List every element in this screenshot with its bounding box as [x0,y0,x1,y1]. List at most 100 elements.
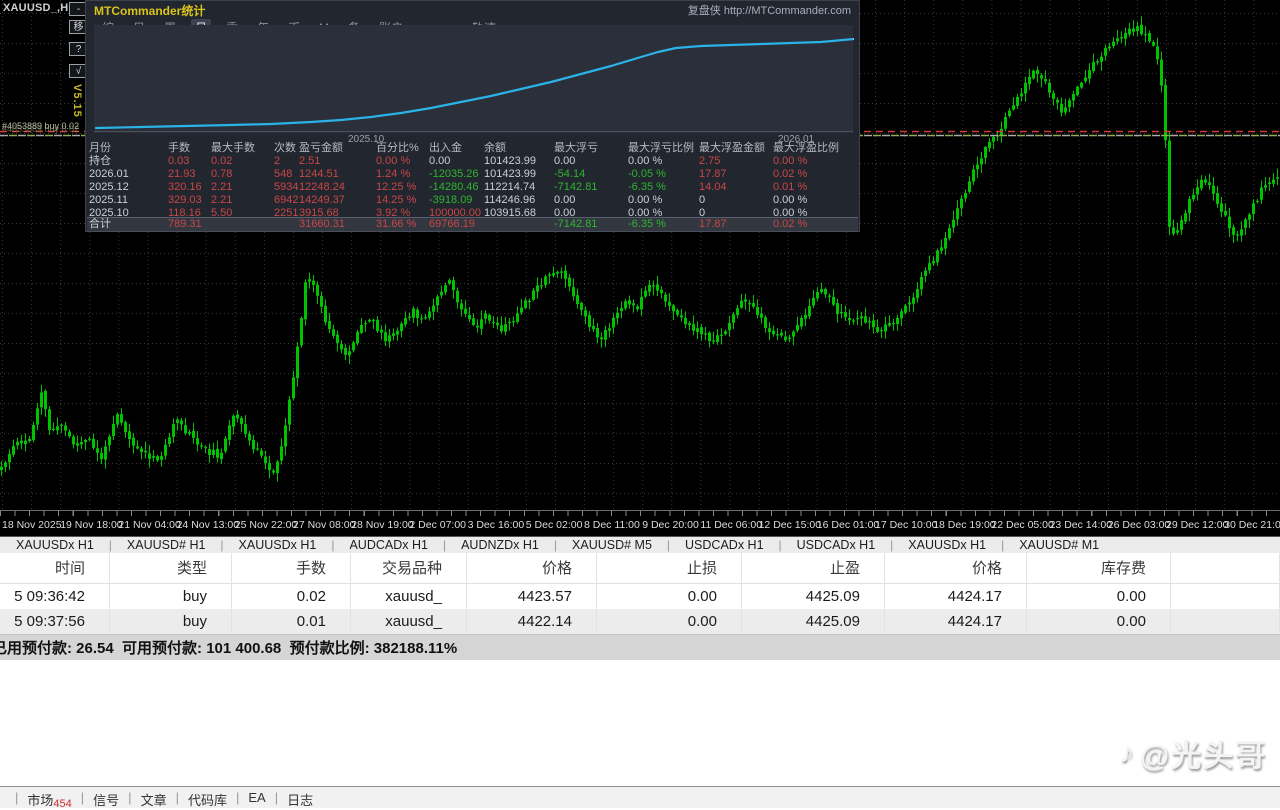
position-row[interactable]: 5 09:36:42buy0.02xauusd_4423.570.004425.… [0,584,1280,609]
stats-cell: 17.87 [699,168,727,181]
chart-tab-audcadx-h1[interactable]: AUDCADx H1 [349,538,428,552]
tab-separator: | [890,538,893,552]
cell [1171,553,1280,584]
chart-tab-audnzdx-h1[interactable]: AUDNZDx H1 [461,538,539,552]
chart-tab-xauusd--m5[interactable]: XAUUSD# M5 [572,538,652,552]
stats-cell: 101423.99 [484,168,536,181]
cell: 4424.17 [885,609,1027,634]
time-axis[interactable]: 18 Nov 202519 Nov 18:0021 Nov 04:0024 No… [0,510,1280,537]
stats-cell: 21.93 [168,168,196,181]
stats-header: 出入金 [429,142,462,155]
cell: 4425.09 [742,609,885,634]
stats-header: 手数 [168,142,190,155]
cell: 0.02 [232,584,351,609]
terminal-tab-EA[interactable]: EA [248,790,265,805]
tab-separator: | [667,538,670,552]
stats-cell: -3918.09 [429,194,472,207]
cell: 手数 [232,553,351,584]
stats-cell: 0.00 % [773,155,807,168]
cell: 价格 [885,553,1027,584]
symbol-tab-bar: XAUUSDx H1 | XAUUSD# H1 | XAUUSDx H1 | AUDCADx… [0,536,1280,553]
stats-cell: 2025.12 [89,181,129,194]
time-axis-label: 21 Nov 04:00 [118,519,180,531]
stats-cell: 2 [274,155,280,168]
tab-separator: | [176,790,179,805]
terminal-tab-文章[interactable]: 文章 [141,790,167,809]
tab-separator: | [109,538,112,552]
positions-header-row: 时间类型手数交易品种价格止损止盈价格库存费 [0,553,1280,584]
open-positions-table: 时间类型手数交易品种价格止损止盈价格库存费5 09:36:42buy0.02xa… [0,553,1280,634]
stats-cell: 17.87 [699,218,727,231]
time-axis-label: 23 Dec 14:00 [1050,519,1112,531]
tab-separator: | [331,538,334,552]
cell: 0.00 [1027,609,1171,634]
stats-cell: 2.21 [211,181,232,194]
stats-header: 最大手数 [211,142,255,155]
tab-separator: | [236,790,239,805]
open-order-label: #4053889 buy 0.02 [2,121,79,131]
time-axis-label: 18 Dec 19:00 [933,519,995,531]
chart-tab-usdcadx-h1[interactable]: USDCADx H1 [685,538,764,552]
panel-titlebar[interactable]: MTCommander统计 复盘侠 http://MTCommander.com [86,1,859,19]
tab-separator: | [220,538,223,552]
cell: 0.00 [1027,584,1171,609]
panel-site-link[interactable]: 复盘侠 http://MTCommander.com [688,2,851,18]
stats-cell: 1.24 % [376,168,410,181]
stats-header: 最大浮盈比例 [773,142,839,155]
time-axis-label: 30 Dec 21:00 [1224,519,1280,531]
stats-cell: 0.78 [211,168,232,181]
time-axis-label: 18 Nov 2025 [2,519,62,531]
time-axis-label: 24 Nov 13:00 [177,519,239,531]
terminal-tab-信号[interactable]: 信号 [93,790,119,809]
cell: 库存费 [1027,553,1171,584]
time-axis-label: 17 Dec 10:00 [875,519,937,531]
stats-cell: -0.05 % [628,168,666,181]
cell: 4423.57 [467,584,597,609]
chart-tab-xauusdx-h1[interactable]: XAUUSDx H1 [239,538,317,552]
stats-header: 百分比% [376,142,419,155]
stats-cell: 329.03 [168,194,202,207]
time-axis-label: 9 Dec 20:00 [642,519,699,531]
stats-cell: 320.16 [168,181,202,194]
stats-cell: 2.75 [699,155,720,168]
cell: 交易品种 [351,553,467,584]
chart-tab-xauusdx-h1[interactable]: XAUUSDx H1 [16,538,94,552]
stats-cell: 持仓 [89,155,111,168]
chart-tab-usdcadx-h1[interactable]: USDCADx H1 [797,538,876,552]
cell: 5 09:37:56 [0,609,110,634]
chart-tab-xauusd--h1[interactable]: XAUUSD# H1 [127,538,206,552]
terminal-tab-代码库[interactable]: 代码库 [188,790,227,809]
stats-cell: 2025.11 [89,194,128,207]
stats-header: 月份 [89,142,111,155]
equity-curve-chart: 2025.102026.01 [94,25,854,145]
time-axis-label: 5 Dec 02:00 [526,519,583,531]
time-axis-label: 8 Dec 11:00 [584,519,640,531]
stats-cell: 5.50 [211,207,232,220]
stats-header: 最大浮盈金额 [699,142,765,155]
tab-separator: | [1001,538,1004,552]
mtcommander-panel[interactable]: MTCommander统计 复盘侠 http://MTCommander.com… [85,0,860,232]
chart-tab-xauusdx-h1[interactable]: XAUUSDx H1 [908,538,986,552]
stats-cell: 548 [274,168,292,181]
time-axis-label: 28 Nov 19:00 [351,519,413,531]
position-row[interactable]: 5 09:37:56buy0.01xauusd_4422.140.004425.… [0,609,1280,634]
time-axis-label: 11 Dec 06:00 [700,519,762,531]
cell [1171,584,1280,609]
tab-separator: | [443,538,446,552]
stats-cell: 0 [699,194,705,207]
stats-header: 最大浮亏 [554,142,598,155]
terminal-tab-日志[interactable]: 日志 [287,790,313,809]
stats-cell: 103915.68 [484,207,536,220]
chart-tab-xauusd--m1[interactable]: XAUUSD# M1 [1019,538,1099,552]
stats-cell: -6.35 % [628,181,666,194]
tab-separator: | [554,538,557,552]
cell: 价格 [467,553,597,584]
stats-cell: 12.25 % [376,181,416,194]
time-axis-label: 26 Dec 03:00 [1108,519,1170,531]
stats-cell: 0.00 [554,194,575,207]
cell: 5 09:36:42 [0,584,110,609]
margin-status-text: 已用预付款: 26.54 可用预付款: 101 400.68 预付款比例: 38… [0,637,457,658]
cell: 0.00 [597,609,742,634]
stats-cell: -7142.81 [554,181,597,194]
terminal-tab-市场[interactable]: 市场454 [27,790,71,809]
